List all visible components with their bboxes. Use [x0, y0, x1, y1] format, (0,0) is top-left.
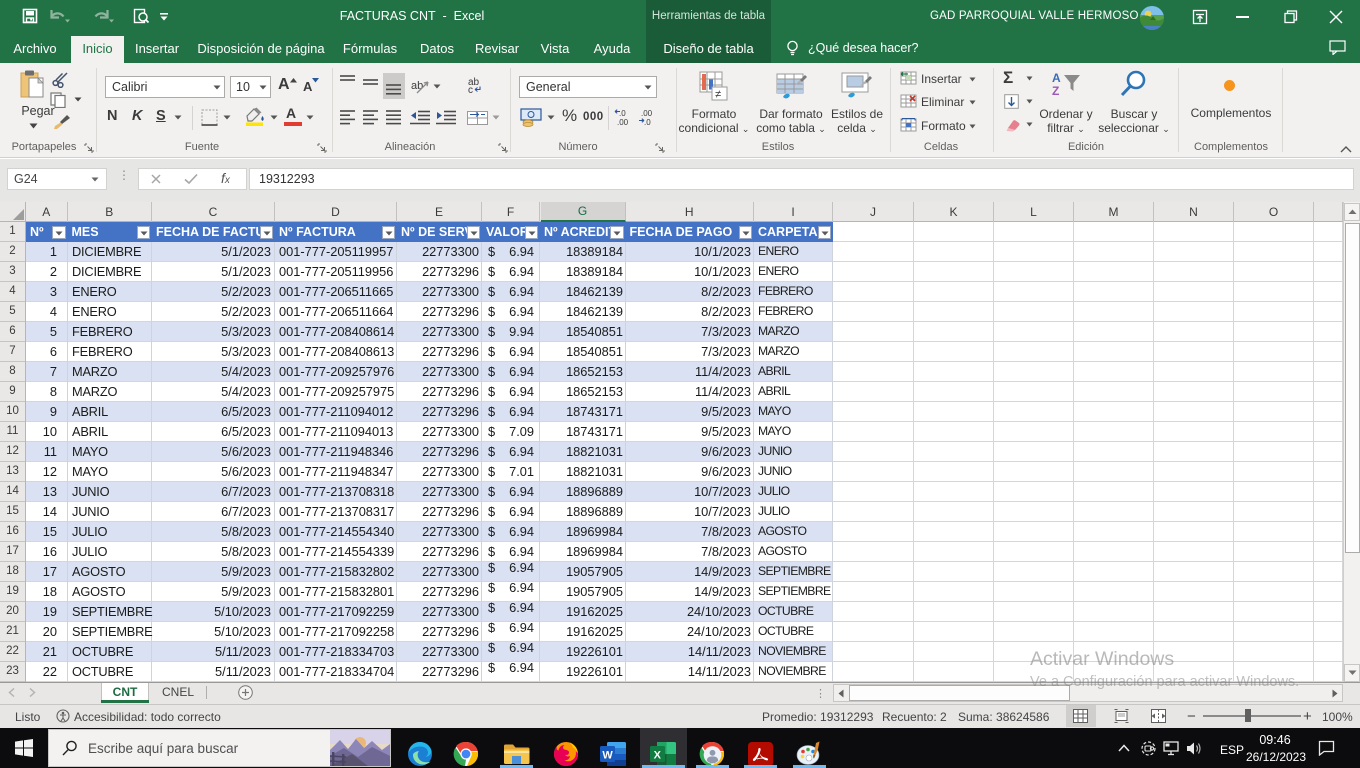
svg-text:.00: .00: [617, 118, 629, 126]
svg-text:.00: .00: [641, 109, 653, 118]
svg-text:Z: Z: [1052, 84, 1059, 98]
svg-text:A: A: [1052, 71, 1061, 85]
svg-text:c: c: [468, 85, 473, 95]
svg-text:ab: ab: [411, 80, 423, 92]
svg-text:W: W: [602, 750, 613, 762]
svg-text:.0: .0: [619, 109, 626, 118]
svg-text:X: X: [654, 750, 662, 762]
svg-text:≠: ≠: [715, 89, 721, 101]
svg-text:.0: .0: [644, 118, 651, 126]
